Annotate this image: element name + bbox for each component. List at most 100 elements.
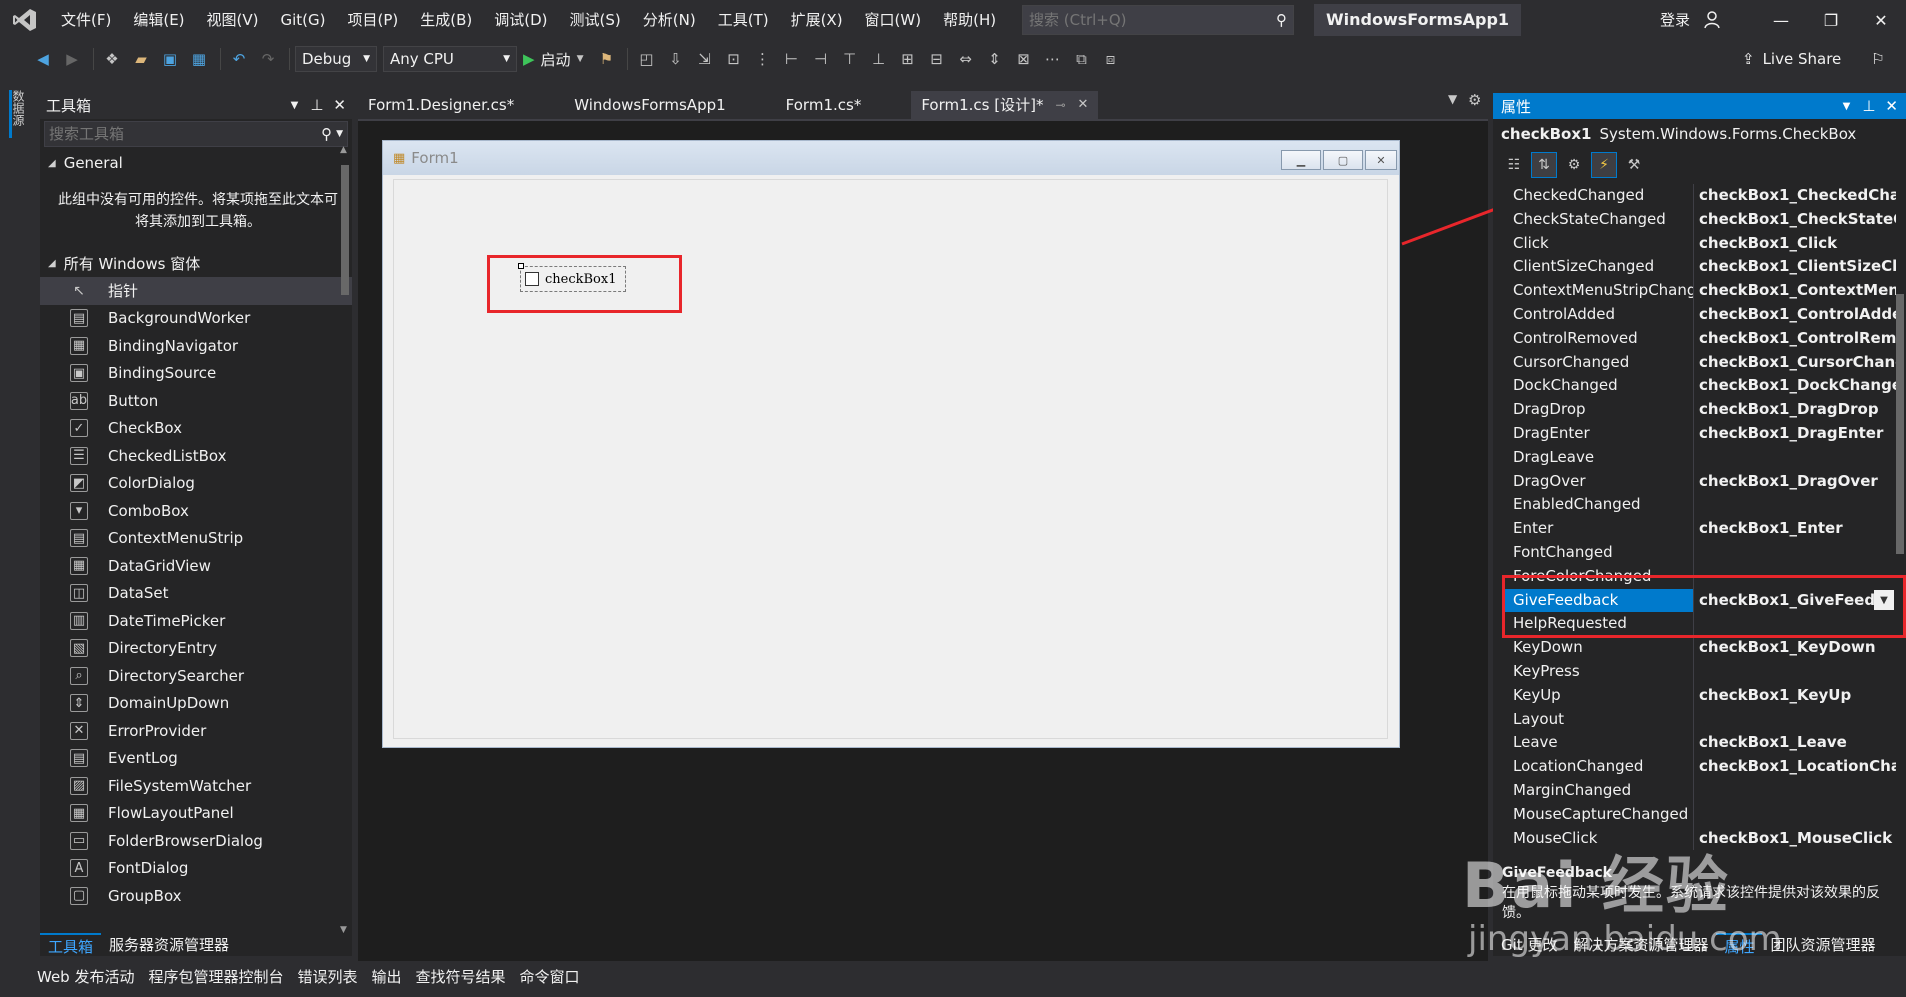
categorized-icon[interactable]: ☷ [1501, 152, 1527, 178]
align-left-icon[interactable]: ⊢ [778, 46, 804, 72]
properties-icon[interactable]: ⚙ [1561, 152, 1587, 178]
event-row[interactable]: KeyPress [1503, 659, 1896, 684]
event-row[interactable]: DragEnter checkBox1_DragEnter [1503, 421, 1896, 446]
data-sources-tab[interactable]: 数据源 [9, 90, 27, 138]
event-row[interactable]: CheckStateChanged checkBox1_CheckStateCha… [1503, 207, 1896, 232]
toolbox-item[interactable]: ✓ CheckBox [40, 415, 352, 443]
event-handler-value[interactable] [1693, 493, 1896, 518]
tab-windowsformsapp1[interactable]: WindowsFormsApp1 [564, 91, 735, 119]
save-icon[interactable]: ▣ [157, 46, 183, 72]
close-icon[interactable]: ✕ [1885, 97, 1898, 115]
scrollbar-thumb[interactable] [341, 165, 349, 295]
align-center-icon[interactable]: ⊣ [807, 46, 833, 72]
user-icon[interactable] [1703, 10, 1723, 34]
bring-front-icon[interactable]: ⧉ [1068, 46, 1094, 72]
open-file-icon[interactable]: ▰ [128, 46, 154, 72]
toolbox-item[interactable]: ▤ BackgroundWorker [40, 305, 352, 333]
menu-item[interactable]: 视图(V) [196, 0, 270, 40]
tab-server-explorer[interactable]: 服务器资源管理器 [101, 933, 237, 957]
scroll-up-icon[interactable]: ▲ [340, 145, 347, 155]
event-row[interactable]: DragDrop checkBox1_DragDrop [1503, 398, 1896, 422]
tab-web-publish[interactable]: Web 发布活动 [30, 963, 141, 991]
start-button[interactable]: ▶ 启动 ▼ [523, 49, 583, 70]
menu-item[interactable]: 分析(N) [632, 0, 707, 40]
event-handler-value[interactable] [1693, 445, 1896, 470]
event-handler-value[interactable]: checkBox1_CursorChanged [1693, 350, 1896, 375]
event-handler-value[interactable] [1693, 659, 1896, 684]
event-handler-value[interactable]: checkBox1_DragDrop [1693, 398, 1896, 422]
event-handler-value[interactable]: checkBox1_Enter [1693, 517, 1896, 541]
undo-icon[interactable]: ↶ [226, 46, 252, 72]
toolbox-item[interactable]: ▦ FlowLayoutPanel [40, 800, 352, 828]
step-icon[interactable]: ⇩ [662, 46, 688, 72]
event-row[interactable]: Click checkBox1_Click [1503, 231, 1896, 256]
toolbox-item[interactable]: ab Button [40, 387, 352, 415]
live-share-button[interactable]: ⇪ Live Share ⚐ [1742, 46, 1885, 72]
event-handler-value[interactable]: checkBox1_CheckedChanged [1693, 184, 1896, 208]
event-handler-value[interactable]: checkBox1_DockChanged [1693, 374, 1896, 399]
toolbox-item[interactable]: ▣ BindingSource [40, 360, 352, 388]
event-row[interactable]: MarginChanged [1503, 778, 1896, 803]
new-project-icon[interactable]: ❖ [99, 46, 125, 72]
menu-item[interactable]: 帮助(H) [932, 0, 1007, 40]
login-link[interactable]: 登录 [1660, 0, 1690, 40]
hot-reload-icon[interactable]: ⇲ [691, 46, 717, 72]
menu-item[interactable]: 文件(F) [50, 0, 122, 40]
tab-find-symbol-results[interactable]: 查找符号结果 [409, 963, 513, 991]
event-handler-value[interactable]: checkBox1_LocationChanged [1693, 755, 1896, 779]
event-row[interactable]: ControlAdded checkBox1_ControlAdded [1503, 302, 1896, 327]
same-width-icon[interactable]: ⇔ [952, 46, 978, 72]
event-handler-value[interactable]: checkBox1_Click [1693, 231, 1896, 256]
event-handler-value[interactable]: checkBox1_KeyUp [1693, 683, 1896, 708]
group-windows-forms[interactable]: ◢ 所有 Windows 窗体 [40, 249, 352, 277]
event-row[interactable]: DragOver checkBox1_DragOver [1503, 469, 1896, 494]
tab-form1-designer-cs[interactable]: Form1.Designer.cs* [358, 91, 524, 119]
event-handler-value[interactable]: checkBox1_ControlRemoved [1693, 326, 1896, 351]
event-row[interactable]: CursorChanged checkBox1_CursorChanged [1503, 350, 1896, 375]
feedback-icon[interactable]: ⚐ [1871, 50, 1884, 68]
toolbox-item[interactable]: ▦ DataGridView [40, 552, 352, 580]
alphabetical-icon[interactable]: ⇅ [1531, 152, 1557, 178]
toolbox-item[interactable]: ▥ DateTimePicker [40, 607, 352, 635]
align-middle-icon[interactable]: ⊞ [894, 46, 920, 72]
event-handler-value[interactable] [1693, 540, 1896, 565]
tab-form1-cs[interactable]: Form1.cs* [776, 91, 872, 119]
tab-overflow-icon[interactable]: ▼ [1448, 92, 1457, 106]
toolbox-item[interactable]: ▧ DirectoryEntry [40, 635, 352, 663]
tab-command-window[interactable]: 命令窗口 [513, 963, 587, 991]
search-input[interactable] [1029, 11, 1276, 29]
event-handler-value[interactable] [1693, 778, 1896, 803]
toolbox-item[interactable]: ▭ FolderBrowserDialog [40, 827, 352, 855]
align-top-icon[interactable]: ⊥ [865, 46, 891, 72]
same-height-icon[interactable]: ⇕ [981, 46, 1007, 72]
close-window-icon[interactable]: ✕ [1856, 0, 1906, 40]
toolbox-item[interactable]: ▤ ContextMenuStrip [40, 525, 352, 553]
event-handler-value[interactable]: checkBox1_ContextMenuStripChanged [1693, 279, 1896, 303]
pin-icon[interactable]: ⊥ [310, 96, 323, 114]
event-row[interactable]: KeyUp checkBox1_KeyUp [1503, 683, 1896, 708]
group-general[interactable]: ◢ General [40, 149, 352, 177]
toolbox-item[interactable]: ◫ DataSet [40, 580, 352, 608]
event-row[interactable]: LocationChanged checkBox1_LocationChanged [1503, 755, 1896, 779]
toolbox-item[interactable]: ◩ ColorDialog [40, 470, 352, 498]
tab-error-list[interactable]: 错误列表 [291, 963, 365, 991]
event-row[interactable]: Enter checkBox1_Enter [1503, 517, 1896, 541]
search-box[interactable]: ⚲ [1022, 5, 1294, 35]
event-row[interactable]: ControlRemoved checkBox1_ControlRemoved [1503, 326, 1896, 351]
platform-dropdown[interactable]: Any CPU ▼ [383, 46, 517, 72]
event-handler-value[interactable] [1693, 707, 1896, 732]
toolbox-item[interactable]: ⇕ DomainUpDown [40, 690, 352, 718]
redo-icon[interactable]: ↷ [255, 46, 281, 72]
menu-item[interactable]: 工具(T) [707, 0, 780, 40]
restore-icon[interactable]: ❐ [1806, 0, 1856, 40]
event-row[interactable]: DragLeave [1503, 445, 1896, 470]
scroll-down-icon[interactable]: ▼ [340, 925, 347, 935]
toolbox-item[interactable]: A FontDialog [40, 855, 352, 883]
menu-item[interactable]: 调试(D) [483, 0, 558, 40]
toolbox-item[interactable]: ⌕ DirectorySearcher [40, 662, 352, 690]
browser-link-icon[interactable]: ⚑ [593, 46, 619, 72]
screenshot-icon[interactable]: ◰ [633, 46, 659, 72]
save-all-icon[interactable]: ▦ [186, 46, 212, 72]
spacing-icon[interactable]: ⋯ [1039, 46, 1065, 72]
toolbox-item[interactable]: ▢ GroupBox [40, 882, 352, 910]
